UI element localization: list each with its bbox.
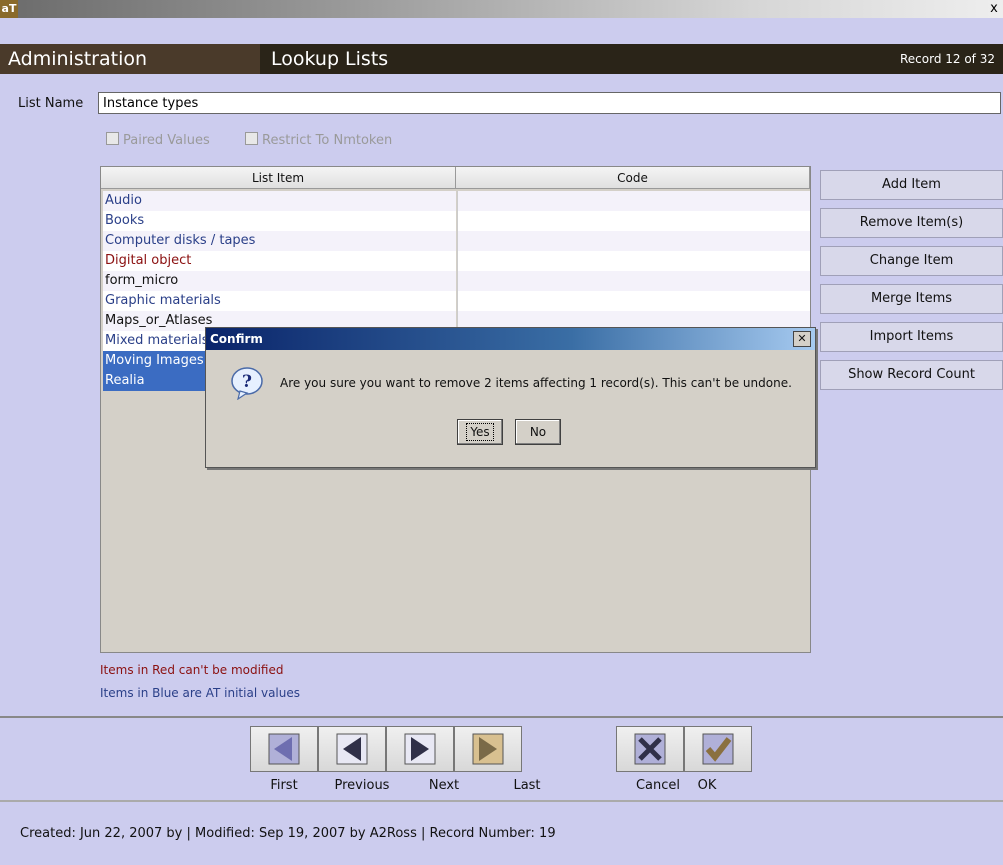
- restrict-nmtoken-label: Restrict To Nmtoken: [262, 133, 393, 148]
- dialog-no-button[interactable]: No: [515, 419, 561, 445]
- question-icon: ?: [231, 367, 263, 400]
- add-item-button[interactable]: Add Item: [820, 170, 1003, 200]
- list-name-input[interactable]: [98, 92, 1001, 114]
- column-header-list-item[interactable]: List Item: [101, 167, 456, 189]
- list-item-cell: Books: [103, 211, 456, 231]
- table-row[interactable]: Books: [102, 211, 810, 231]
- next-record-button[interactable]: [386, 726, 454, 772]
- legend-red-text: Items in Red can't be modified: [100, 663, 284, 677]
- record-indicator: Record 12 of 32: [899, 52, 995, 66]
- cancel-button[interactable]: [616, 726, 684, 772]
- window-title-bar: [0, 0, 1003, 18]
- header-spacer: [0, 18, 1003, 44]
- dialog-title: Confirm: [210, 332, 263, 346]
- table-row[interactable]: form_micro: [102, 271, 810, 291]
- record-status-line: Created: Jun 22, 2007 by | Modified: Sep…: [20, 826, 556, 841]
- previous-record-button[interactable]: [318, 726, 386, 772]
- remove-items-button[interactable]: Remove Item(s): [820, 208, 1003, 238]
- next-icon: [404, 733, 436, 765]
- dialog-close-button[interactable]: ✕: [793, 331, 811, 347]
- ok-button[interactable]: [684, 726, 752, 772]
- last-icon: [472, 733, 504, 765]
- checkmark-icon: [702, 733, 734, 765]
- dialog-yes-label: Yes: [466, 423, 494, 441]
- first-label: First: [270, 778, 298, 793]
- next-label: Next: [428, 778, 460, 793]
- list-item-cell: Computer disks / tapes: [103, 231, 456, 251]
- code-cell: [457, 291, 810, 311]
- code-cell: [457, 191, 810, 211]
- svg-text:?: ?: [242, 372, 252, 392]
- table-row[interactable]: Audio: [102, 191, 810, 211]
- last-label: Last: [513, 778, 541, 793]
- legend-blue-text: Items in Blue are AT initial values: [100, 686, 300, 700]
- app-logo-icon: aT: [0, 0, 18, 18]
- merge-items-button[interactable]: Merge Items: [820, 284, 1003, 314]
- code-cell: [457, 271, 810, 291]
- checkbox-box: [106, 132, 119, 145]
- page-title: Lookup Lists: [271, 48, 389, 70]
- last-record-button[interactable]: [454, 726, 522, 772]
- table-row[interactable]: Graphic materials: [102, 291, 810, 311]
- previous-icon: [336, 733, 368, 765]
- dialog-message: Are you sure you want to remove 2 items …: [280, 376, 792, 390]
- list-item-cell: Digital object: [103, 251, 456, 271]
- code-cell: [457, 251, 810, 271]
- window-close-button[interactable]: x: [987, 0, 1001, 18]
- paired-values-label: Paired Values: [123, 133, 210, 148]
- restrict-nmtoken-checkbox[interactable]: Restrict To Nmtoken: [245, 132, 392, 148]
- cancel-icon: [634, 733, 666, 765]
- paired-values-checkbox[interactable]: Paired Values: [106, 132, 210, 148]
- confirm-dialog: Confirm ✕ ? Are you sure you want to rem…: [205, 327, 816, 468]
- checkbox-box: [245, 132, 258, 145]
- previous-label: Previous: [334, 778, 390, 793]
- table-row[interactable]: Digital object: [102, 251, 810, 271]
- dialog-title-bar[interactable]: Confirm ✕: [206, 328, 815, 350]
- status-divider: [0, 800, 1003, 802]
- code-cell: [457, 211, 810, 231]
- ok-label: OK: [697, 778, 717, 793]
- list-item-cell: Graphic materials: [103, 291, 456, 311]
- footer-divider: [0, 716, 1003, 718]
- dialog-yes-button[interactable]: Yes: [457, 419, 503, 445]
- list-item-cell: form_micro: [103, 271, 456, 291]
- list-item-cell: Audio: [103, 191, 456, 211]
- table-row[interactable]: Computer disks / tapes: [102, 231, 810, 251]
- first-record-button[interactable]: [250, 726, 318, 772]
- show-record-count-button[interactable]: Show Record Count: [820, 360, 1003, 390]
- list-name-label: List Name: [18, 96, 84, 111]
- import-items-button[interactable]: Import Items: [820, 322, 1003, 352]
- section-title: Administration: [8, 48, 148, 70]
- change-item-button[interactable]: Change Item: [820, 246, 1003, 276]
- first-icon: [268, 733, 300, 765]
- column-header-code[interactable]: Code: [456, 167, 810, 189]
- code-cell: [457, 231, 810, 251]
